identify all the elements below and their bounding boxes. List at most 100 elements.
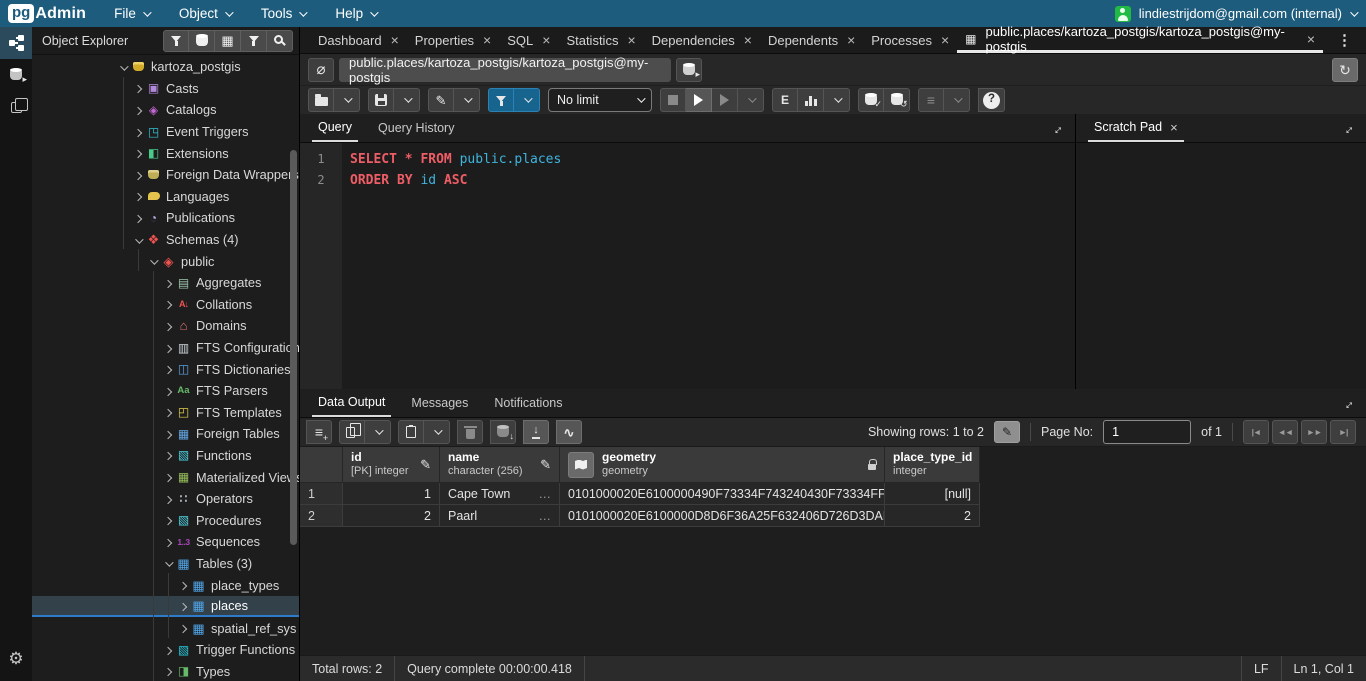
menu-object[interactable]: Object (179, 6, 231, 21)
strip-item-query-tool-icon[interactable]: ▸ (0, 59, 32, 91)
cell-id[interactable]: 1 (343, 483, 440, 505)
chevron-right-icon[interactable] (131, 171, 145, 179)
cell-place_type_id[interactable]: [null] (885, 483, 980, 505)
chevron-right-icon[interactable] (131, 128, 145, 136)
close-icon[interactable]: × (744, 33, 752, 47)
edit-range-button[interactable]: ✎ (994, 421, 1020, 443)
tab-notifications[interactable]: Notifications (488, 389, 568, 417)
dropdown-toggle-button[interactable] (738, 88, 764, 112)
tab-dependents[interactable]: Dependents× (760, 27, 863, 53)
macros-button[interactable]: ≡ (918, 88, 944, 112)
tree-item-spatial-ref-sys[interactable]: spatial_ref_sys (32, 617, 299, 639)
tab-dependencies[interactable]: Dependencies× (644, 27, 760, 53)
tree-item-trigger-functions[interactable]: Trigger Functions (32, 639, 299, 661)
chevron-right-icon[interactable] (161, 322, 175, 330)
explain-button[interactable]: E (772, 88, 798, 112)
menu-help[interactable]: Help (335, 6, 376, 21)
dropdown-toggle-button[interactable] (944, 88, 970, 112)
close-icon[interactable]: × (627, 33, 635, 47)
dropdown-toggle-button[interactable] (394, 88, 420, 112)
output-expand-button[interactable]: ↔ (1331, 389, 1364, 417)
tree-item-foreign-tables[interactable]: Foreign Tables (32, 423, 299, 445)
sidebar-toolbar-grid-icon[interactable]: ▦ (215, 30, 241, 52)
tree-item-event-triggers[interactable]: Event Triggers (32, 121, 299, 143)
chevron-right-icon[interactable] (161, 344, 175, 352)
tab-sql[interactable]: SQL× (499, 27, 558, 53)
sidebar-toolbar-filter-icon[interactable] (163, 30, 189, 52)
tree-item-fts-parsers[interactable]: FTS Parsers (32, 380, 299, 402)
chevron-right-icon[interactable] (131, 149, 145, 157)
tree-item-fts-dictionaries[interactable]: FTS Dictionaries (32, 358, 299, 380)
dropdown-toggle-button[interactable] (514, 88, 540, 112)
explain-analyze-button[interactable] (798, 88, 824, 112)
cell-name[interactable]: Paarl… (440, 505, 560, 527)
tab-query[interactable]: Query (312, 114, 358, 142)
cell-name[interactable]: Cape Town… (440, 483, 560, 505)
geometry-view-button[interactable] (568, 452, 594, 478)
tree-item-schemas-4-[interactable]: Schemas (4) (32, 229, 299, 251)
tree-item-collations[interactable]: Collations (32, 294, 299, 316)
chevron-right-icon[interactable] (131, 106, 145, 114)
tree-item-fts-templates[interactable]: FTS Templates (32, 402, 299, 424)
stop-button[interactable] (660, 88, 686, 112)
chevron-right-icon[interactable] (161, 495, 175, 503)
open-file-button[interactable] (308, 88, 334, 112)
tab-query-history[interactable]: Query History (372, 114, 460, 142)
new-connection-button[interactable]: ▸ (676, 58, 702, 82)
sidebar-toolbar-search-icon[interactable] (267, 30, 293, 52)
tree-item-sequences[interactable]: Sequences (32, 531, 299, 553)
chevron-down-icon[interactable] (131, 236, 145, 244)
add-row-button[interactable]: ≡+ (306, 420, 332, 444)
sidebar-toolbar-database-icon[interactable] (189, 30, 215, 52)
chevron-right-icon[interactable] (161, 387, 175, 395)
chevron-right-icon[interactable] (131, 84, 145, 92)
prev-page-button[interactable]: ◄◄ (1272, 420, 1298, 444)
last-page-button[interactable]: ►| (1330, 420, 1356, 444)
tree-item-extensions[interactable]: Extensions (32, 142, 299, 164)
chevron-right-icon[interactable] (161, 430, 175, 438)
chevron-down-icon[interactable] (161, 559, 175, 567)
column-header-place_type_id[interactable]: place_type_idinteger✎ (885, 447, 980, 483)
tree-item-materialized-views[interactable]: Materialized Views (32, 466, 299, 488)
chevron-right-icon[interactable] (176, 602, 190, 610)
chevron-right-icon[interactable] (176, 624, 190, 632)
close-icon[interactable]: × (542, 33, 550, 47)
execute-from-cursor-button[interactable] (712, 88, 738, 112)
column-header-id[interactable]: id[PK] integer✎ (343, 447, 440, 483)
connection-string-field[interactable]: public.places/kartoza_postgis/kartoza_po… (339, 58, 671, 82)
tree-item-tables-3-[interactable]: Tables (3) (32, 553, 299, 575)
tree-item-catalogs[interactable]: Catalogs (32, 99, 299, 121)
close-icon[interactable]: × (483, 33, 491, 47)
strip-item-object-explorer-icon[interactable] (0, 27, 32, 59)
delete-row-button[interactable] (457, 420, 483, 444)
tab-messages[interactable]: Messages (405, 389, 474, 417)
refresh-button[interactable]: ↻ (1332, 58, 1358, 82)
tree-item-types[interactable]: Types (32, 661, 299, 681)
tab-properties[interactable]: Properties× (407, 27, 499, 53)
tree-item-functions[interactable]: Functions (32, 445, 299, 467)
dropdown-toggle-button[interactable] (454, 88, 480, 112)
tree-item-places[interactable]: places (32, 596, 299, 618)
tree-item-domains[interactable]: Domains (32, 315, 299, 337)
close-icon[interactable]: × (1307, 32, 1315, 46)
help-button[interactable]: ? (978, 88, 1005, 112)
page-number-input[interactable] (1103, 420, 1191, 444)
close-icon[interactable]: × (847, 33, 855, 47)
dropdown-toggle-button[interactable] (334, 88, 360, 112)
chevron-right-icon[interactable] (161, 365, 175, 373)
next-page-button[interactable]: ►► (1301, 420, 1327, 444)
tree-scrollbar[interactable] (290, 150, 297, 545)
rollback-button[interactable]: ↺ (884, 88, 910, 112)
dropdown-toggle-button[interactable] (824, 88, 850, 112)
row-number-cell[interactable]: 1 (300, 483, 343, 505)
tree-item-aggregates[interactable]: Aggregates (32, 272, 299, 294)
row-limit-select[interactable]: No limit (548, 88, 652, 112)
tab-public.places[interactable]: ▦public.places/kartoza_postgis/kartoza_p… (957, 27, 1323, 53)
chart-button[interactable]: ∿ (556, 420, 582, 444)
chevron-right-icon[interactable] (161, 646, 175, 654)
tree-item-casts[interactable]: Casts (32, 78, 299, 100)
paste-button[interactable] (398, 420, 424, 444)
close-icon[interactable]: × (941, 33, 949, 47)
scratch-pad-expand-button[interactable]: ↔ (1331, 114, 1364, 142)
filter-button[interactable] (488, 88, 514, 112)
